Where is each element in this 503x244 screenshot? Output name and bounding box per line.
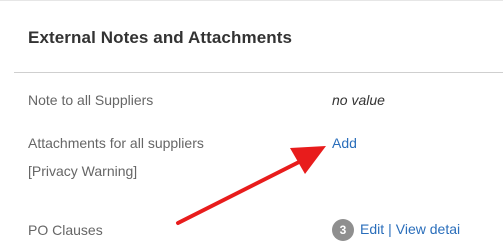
arrow-head (290, 146, 326, 174)
external-notes-panel: External Notes and Attachments Note to a… (0, 0, 503, 244)
arrow-shaft (176, 158, 305, 225)
red-arrow-annotation (176, 146, 326, 225)
